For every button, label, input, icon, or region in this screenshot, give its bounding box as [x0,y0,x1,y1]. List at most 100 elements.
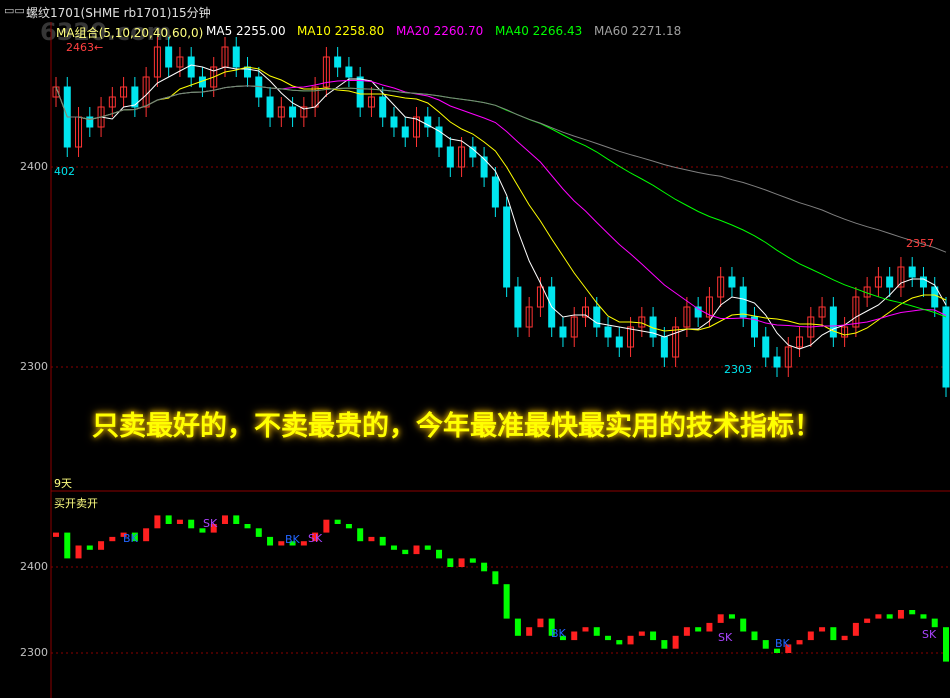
indicator-bar [98,541,105,550]
indicator-bar [267,536,274,546]
candle-body [593,306,601,328]
indicator-bar [796,640,803,645]
indicator-bar [492,571,499,585]
ma-line-20 [55,80,947,328]
indicator-bar [413,545,420,555]
candle-body [773,356,781,368]
indicator-bar [943,627,949,662]
indicator-bar [447,558,454,567]
indicator-bar [593,627,600,636]
candle-body [334,56,342,68]
candle-body [356,76,364,108]
indicator-bar [436,549,443,559]
candle-body [908,266,916,278]
indicator-bar [75,545,82,559]
indicator-bar [762,640,769,649]
indicator-bar [751,631,758,641]
candle-body [559,326,567,338]
indicator-bar [537,618,544,628]
candle-body [232,46,240,68]
chart-canvas[interactable] [0,0,950,698]
indicator-bar [616,640,623,645]
indicator-bar [300,541,307,546]
indicator-bar [323,519,330,533]
indicator-bar [638,631,645,636]
indicator-bar [469,558,476,563]
indicator-bar [920,614,927,619]
indicator-bar [650,631,657,641]
indicator-bar [255,528,262,537]
candle-body [491,176,499,208]
candle-body [446,146,454,168]
indicator-bar [897,610,904,619]
indicator-bar [390,545,397,550]
high-annotation-left: 2463← [66,41,104,54]
period-label: 9天 [54,477,72,490]
candle-body [886,276,894,288]
indicator-bar [278,541,285,546]
candle-body [86,116,94,128]
indicator-bar [852,622,859,636]
candle-body [931,286,939,308]
indicator-bar [740,618,747,632]
signal-sk-1: SK [203,517,218,530]
indicator-bar [706,622,713,632]
ma-line-60 [55,85,947,253]
lower-y-tick-2300: 2300 [20,646,48,659]
signal-bk-2: BK [285,533,300,546]
candle-body [829,306,837,338]
indicator-bar [526,627,533,636]
indicator-bar [244,524,251,529]
candle-body [604,326,612,338]
indicator-bar [458,558,465,567]
candle-body [739,286,747,318]
indicator-bar [424,545,431,550]
candle-body [266,96,274,118]
y-tick-2400: 2400 [20,160,48,173]
indicator-bar [233,515,240,524]
indicator-bar [143,528,150,542]
promo-banner: 只卖最好的，不卖最贵的，今年最准最快最实用的技术指标！ [92,411,821,442]
low-annotation-left: 402 [54,165,75,178]
signal-sk-3: SK [718,631,733,644]
indicator-bar [931,618,938,628]
indicator-bar [807,631,814,641]
candle-body [289,106,297,118]
indicator-bar [819,627,826,632]
signal-bk-3: BK [551,627,566,640]
high-annotation-right: 2357 [906,237,934,250]
indicator-bar [683,627,690,636]
candle-body [503,206,511,288]
candle-body [401,126,409,138]
indicator-bar [86,545,93,550]
lower-y-tick-2400: 2400 [20,560,48,573]
indicator-bar [864,618,871,623]
candle-body [379,96,387,118]
indicator-bar [109,536,116,542]
indicator-bar [345,524,352,529]
candle-body [187,56,195,78]
indicator-bar [909,610,916,615]
lower-indicator-series [53,515,949,662]
candle-body [131,86,139,108]
indicator-bar [672,635,679,649]
indicator-bar [402,549,409,555]
indicator-bar [875,614,882,619]
indicator-bar [841,635,848,641]
indicator-bar [503,584,510,619]
indicator-bar [582,627,589,632]
candle-body [390,116,398,128]
candle-body [660,336,668,358]
indicator-bar [661,640,668,649]
ma-line-40 [55,85,947,318]
indicator-bar [605,635,612,641]
signal-sk-2: SK [308,532,323,545]
candle-body [165,46,173,68]
indicator-bar [357,528,364,542]
low-annotation-mid: 2303 [724,363,752,376]
indicator-bar [368,536,375,542]
indicator-bar [514,618,521,636]
indicator-name: 买开卖开 [54,497,98,510]
candlestick-series [52,37,950,397]
indicator-bar [695,627,702,632]
